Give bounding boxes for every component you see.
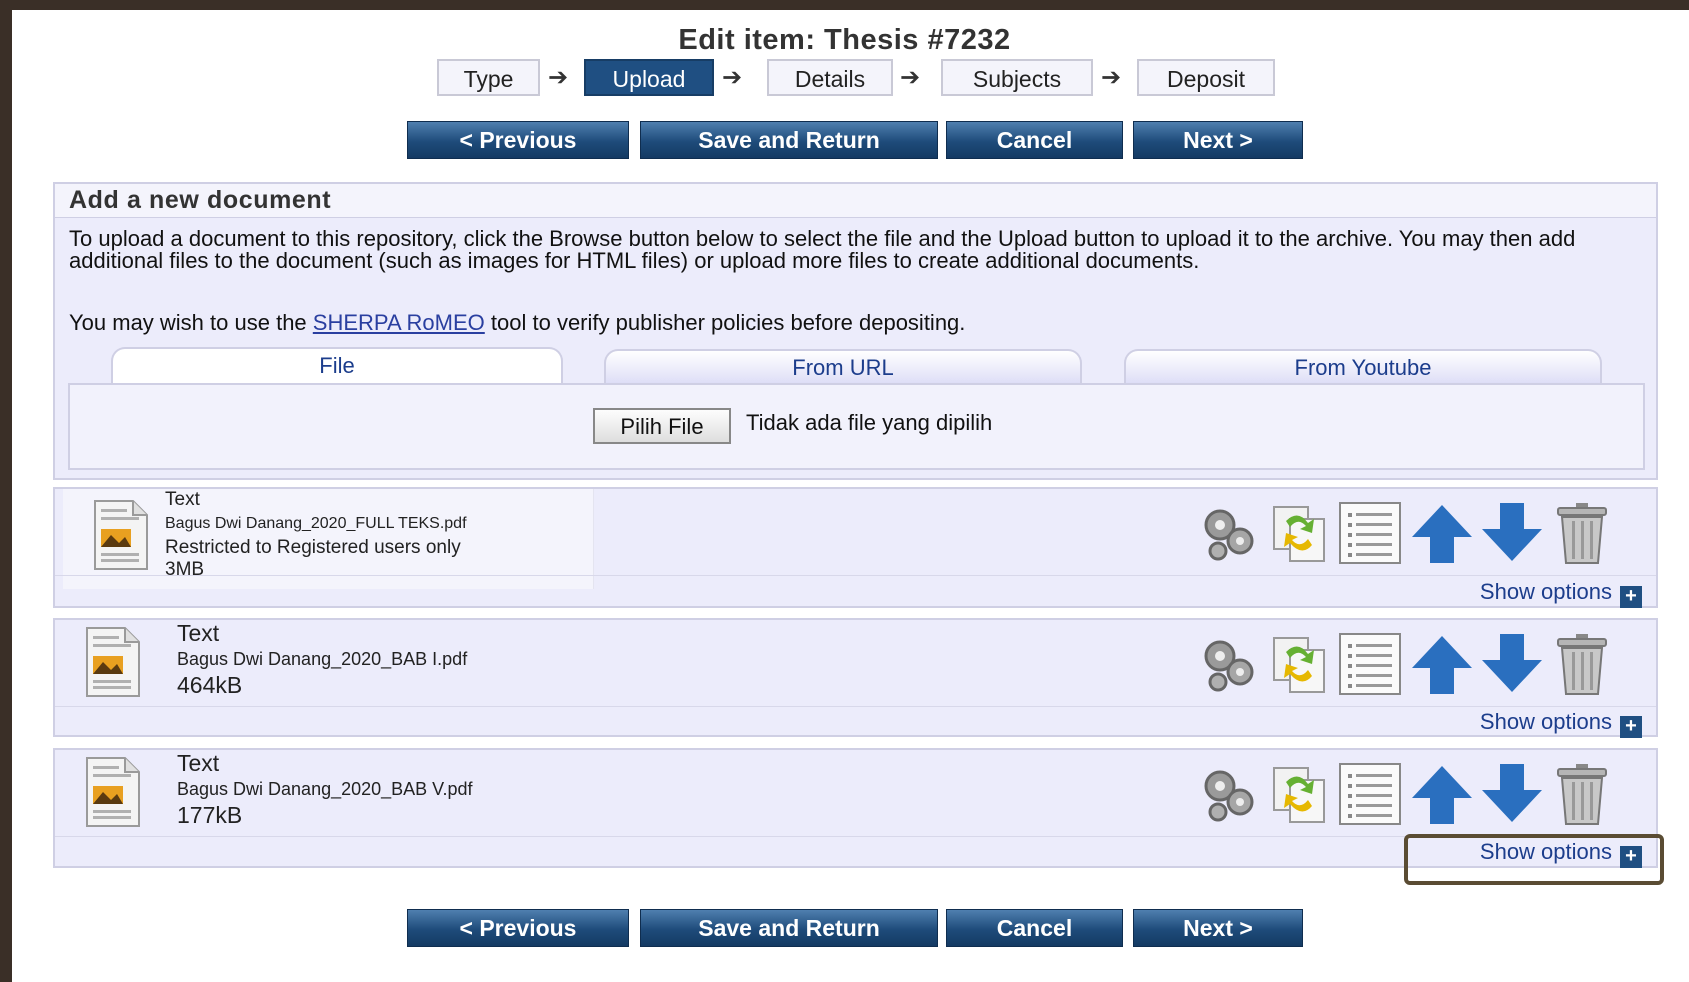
convert-icon[interactable]	[1268, 501, 1332, 565]
arrow-up-icon[interactable]	[1410, 501, 1474, 565]
step-arrow-icon: ➔	[1101, 64, 1122, 91]
step-upload[interactable]: Upload	[584, 59, 714, 96]
pdf-document-icon	[86, 757, 140, 827]
convert-icon[interactable]	[1268, 762, 1332, 826]
tab-from-youtube[interactable]: From Youtube	[1124, 349, 1602, 385]
document-actions	[1198, 632, 1628, 696]
list-icon[interactable]	[1338, 501, 1402, 565]
step-deposit[interactable]: Deposit	[1137, 59, 1275, 96]
previous-button[interactable]: < Previous	[407, 121, 629, 159]
step-arrow-icon: ➔	[548, 64, 569, 91]
cancel-button[interactable]: Cancel	[946, 909, 1123, 947]
show-options-link[interactable]: Show options +	[1480, 579, 1642, 608]
document-filename[interactable]: Bagus Dwi Danang_2020_BAB I.pdf	[177, 649, 467, 670]
sherpa-romeo-link[interactable]: SHERPA RoMEO	[313, 310, 485, 335]
romeo-prefix: You may wish to use the	[69, 310, 307, 335]
save-and-return-button[interactable]: Save and Return	[640, 909, 938, 947]
document-actions	[1198, 501, 1628, 565]
plus-icon: +	[1620, 716, 1642, 738]
document-divider	[55, 575, 1656, 576]
document-type: Text	[165, 489, 200, 510]
document-actions	[1198, 762, 1628, 826]
show-options-label: Show options	[1479, 709, 1612, 734]
document-size: 177kB	[177, 802, 243, 828]
document-divider	[55, 706, 1656, 707]
arrow-down-icon[interactable]	[1480, 501, 1544, 565]
arrow-down-icon[interactable]	[1480, 632, 1544, 696]
add-document-heading: Add a new document	[55, 184, 1656, 218]
pdf-document-icon	[94, 500, 148, 570]
previous-button[interactable]: < Previous	[407, 909, 629, 947]
file-status-text: Tidak ada file yang dipilih	[746, 410, 993, 435]
convert-icon[interactable]	[1268, 632, 1332, 696]
next-button[interactable]: Next >	[1133, 121, 1303, 159]
window-top-strip	[0, 0, 1689, 10]
page-title: Edit item: Thesis #7232	[678, 24, 1011, 56]
trash-icon[interactable]	[1550, 762, 1614, 826]
upload-instructions: To upload a document to this repository,…	[69, 226, 1576, 273]
gears-icon[interactable]	[1198, 501, 1262, 565]
document-row: Text Bagus Dwi Danang_2020_BAB I.pdf 464…	[53, 618, 1658, 738]
choose-file-button[interactable]: Pilih File	[593, 408, 731, 444]
document-info: Text Bagus Dwi Danang_2020_BAB I.pdf 464…	[177, 620, 467, 699]
step-arrow-icon: ➔	[722, 64, 743, 91]
step-subjects[interactable]: Subjects	[941, 59, 1093, 96]
show-options-link[interactable]: Show options +	[1480, 709, 1642, 738]
pdf-document-icon	[86, 627, 140, 697]
gears-icon[interactable]	[1198, 632, 1262, 696]
arrow-up-icon[interactable]	[1410, 762, 1474, 826]
document-filename[interactable]: Bagus Dwi Danang_2020_FULL TEKS.pdf	[165, 515, 467, 533]
gears-icon[interactable]	[1198, 762, 1262, 826]
document-type: Text	[177, 750, 220, 776]
plus-icon: +	[1620, 586, 1642, 608]
step-details[interactable]: Details	[767, 59, 893, 96]
cancel-button[interactable]: Cancel	[946, 121, 1123, 159]
document-size: 464kB	[177, 672, 243, 698]
step-arrow-icon: ➔	[900, 64, 921, 91]
list-icon[interactable]	[1338, 762, 1402, 826]
trash-icon[interactable]	[1550, 501, 1614, 565]
romeo-line: You may wish to use the SHERPA RoMEO too…	[69, 310, 965, 336]
arrow-up-icon[interactable]	[1410, 632, 1474, 696]
document-size: 3MB	[165, 559, 205, 580]
top-button-bar: < Previous Save and Return Cancel Next >	[0, 121, 1689, 161]
show-options-highlight	[1404, 834, 1664, 885]
show-options-label: Show options	[1479, 579, 1612, 604]
bottom-button-bar: < Previous Save and Return Cancel Next >	[0, 909, 1689, 949]
trash-icon[interactable]	[1550, 632, 1614, 696]
save-and-return-button[interactable]: Save and Return	[640, 121, 938, 159]
document-info: Text Bagus Dwi Danang_2020_FULL TEKS.pdf…	[165, 489, 467, 581]
document-filename[interactable]: Bagus Dwi Danang_2020_BAB V.pdf	[177, 779, 473, 800]
next-button[interactable]: Next >	[1133, 909, 1303, 947]
add-document-panel: Add a new document To upload a document …	[53, 182, 1658, 480]
document-row: Text Bagus Dwi Danang_2020_FULL TEKS.pdf…	[53, 487, 1658, 608]
document-type: Text	[177, 620, 220, 646]
tab-from-url[interactable]: From URL	[604, 349, 1082, 385]
tab-file[interactable]: File	[111, 347, 563, 385]
document-info: Text Bagus Dwi Danang_2020_BAB V.pdf 177…	[177, 750, 473, 829]
romeo-suffix: tool to verify publisher policies before…	[490, 310, 966, 335]
document-restriction: Restricted to Registered users only	[165, 537, 461, 558]
arrow-down-icon[interactable]	[1480, 762, 1544, 826]
list-icon[interactable]	[1338, 632, 1402, 696]
step-type[interactable]: Type	[437, 59, 540, 96]
file-tab-body: Pilih File Tidak ada file yang dipilih	[68, 383, 1645, 470]
